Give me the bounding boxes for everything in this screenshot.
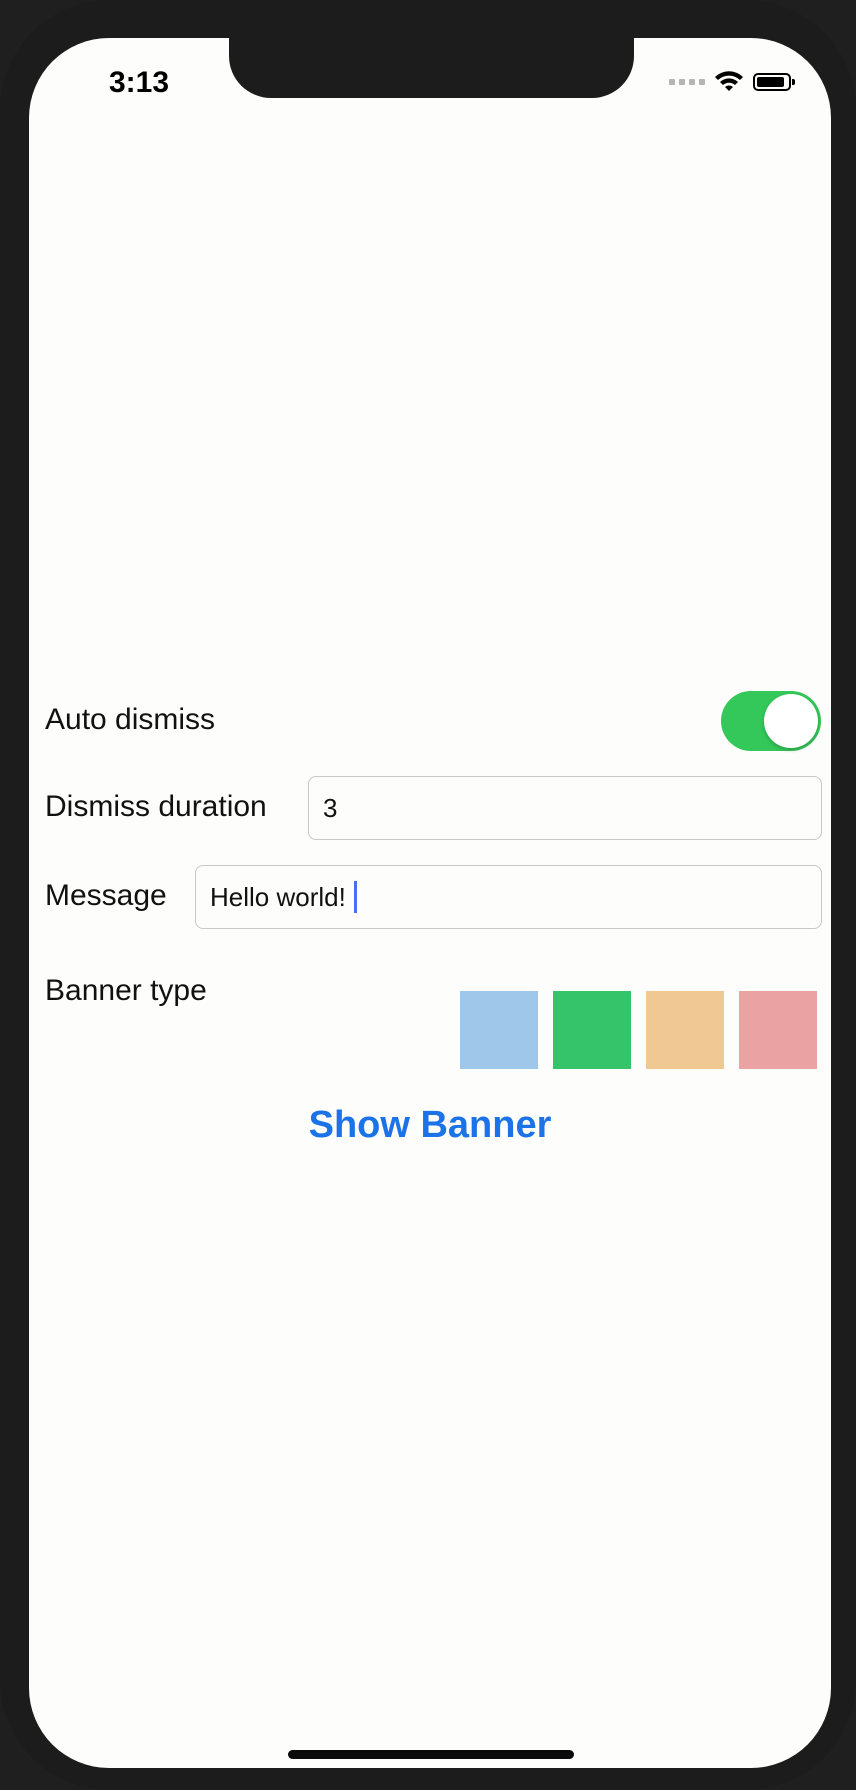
status-time: 3:13 — [109, 66, 170, 99]
battery-icon — [753, 73, 795, 91]
cellular-signal-icon — [669, 79, 705, 85]
wifi-icon — [715, 71, 743, 91]
home-indicator — [288, 1750, 574, 1759]
auto-dismiss-label: Auto dismiss — [45, 703, 216, 736]
auto-dismiss-toggle[interactable] — [721, 691, 821, 751]
dismiss-duration-field[interactable] — [308, 776, 822, 840]
notch — [229, 38, 634, 98]
screen: 3:13 Auto dismiss Dismiss duration Messa… — [29, 38, 831, 1768]
banner-type-success-swatch[interactable] — [553, 991, 631, 1069]
device-frame: 3:13 Auto dismiss Dismiss duration Messa… — [0, 0, 856, 1790]
show-banner-button[interactable]: Show Banner — [29, 1103, 831, 1148]
text-cursor — [354, 881, 357, 913]
banner-type-danger-swatch[interactable] — [739, 991, 817, 1069]
toggle-knob — [764, 694, 818, 748]
dismiss-duration-label: Dismiss duration — [45, 790, 267, 823]
banner-type-warning-swatch[interactable] — [646, 991, 724, 1069]
message-label: Message — [45, 879, 167, 912]
banner-type-info-swatch[interactable] — [460, 991, 538, 1069]
message-field[interactable] — [195, 865, 822, 929]
banner-type-label: Banner type — [45, 974, 207, 1007]
status-icons — [669, 71, 795, 93]
